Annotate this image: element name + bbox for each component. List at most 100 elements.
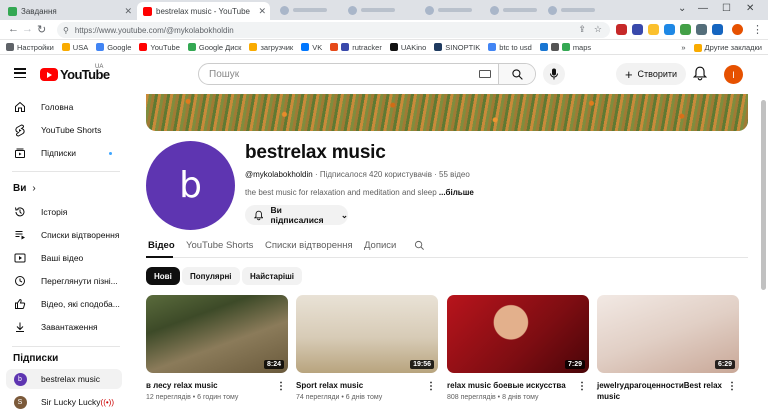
browser-tab-background[interactable]: [425, 4, 472, 16]
site-info-icon[interactable]: ⚲: [63, 26, 69, 35]
sidebar-item-playlists[interactable]: Списки відтворення: [6, 225, 122, 245]
chip-oldest[interactable]: Найстаріші: [242, 267, 302, 285]
video-title[interactable]: Sport relax music: [296, 380, 438, 391]
page-scrollbar[interactable]: [759, 94, 768, 409]
extension-icon[interactable]: [712, 24, 723, 35]
youtube-logo[interactable]: YouTube UA: [40, 64, 110, 82]
search-input[interactable]: Пошук: [199, 64, 498, 84]
subscribed-button[interactable]: Ви підписалися ⌄: [245, 205, 348, 225]
voice-search-button[interactable]: [543, 63, 565, 85]
chip-popular[interactable]: Популярні: [182, 267, 240, 285]
share-icon[interactable]: ⇪: [578, 24, 586, 35]
profile-icon[interactable]: [732, 24, 743, 35]
bookmark-item[interactable]: UAKino: [389, 43, 426, 52]
account-avatar[interactable]: I: [724, 65, 743, 84]
bookmark-item[interactable]: SINOPTIK: [434, 43, 480, 52]
browser-tab-background[interactable]: [280, 4, 327, 16]
live-broadcast-icon: ((•)): [100, 397, 114, 407]
tab-videos[interactable]: Відео: [148, 240, 175, 251]
maps-icon: [561, 43, 570, 51]
bookmark-item[interactable]: maps: [539, 43, 591, 52]
youtube-header: YouTube UA Пошук + Створити I: [0, 56, 768, 94]
bookmark-item[interactable]: USA: [61, 43, 88, 52]
tab-posts[interactable]: Дописи: [364, 240, 396, 251]
sidebar-you-heading[interactable]: Ви ›: [13, 183, 36, 194]
video-title[interactable]: jewelryдрагоценностиBest relax music: [597, 380, 739, 402]
browser-tab-background[interactable]: [348, 4, 395, 16]
reload-icon[interactable]: ↻: [37, 23, 46, 36]
bookmark-item[interactable]: VK: [301, 43, 322, 52]
scrollbar-thumb[interactable]: [761, 100, 766, 290]
extensions-puzzle-icon[interactable]: [696, 24, 707, 35]
bookmark-item[interactable]: загрузчик: [249, 43, 293, 52]
forward-icon[interactable]: →: [22, 23, 33, 35]
bookmark-item[interactable]: rutracker: [330, 43, 382, 52]
sidebar-channel-sir-lucky[interactable]: S Sir Lucky Lucky ((•)): [6, 392, 122, 409]
extension-icon[interactable]: [680, 24, 691, 35]
chip-newest[interactable]: Нові: [146, 267, 180, 285]
more-actions-icon[interactable]: ⋮: [276, 381, 286, 392]
browser-tab-background[interactable]: [548, 4, 595, 16]
browser-tab-tasks[interactable]: Завдання ✕: [2, 2, 136, 20]
search-button[interactable]: [498, 64, 535, 84]
close-window-icon[interactable]: ✕: [746, 3, 754, 14]
video-thumbnail[interactable]: 19:56: [296, 295, 438, 373]
channel-avatar: S: [13, 395, 27, 409]
maximize-icon[interactable]: ☐: [722, 3, 731, 14]
bookmark-item[interactable]: Google Диск: [187, 43, 241, 52]
more-link[interactable]: ...більше: [439, 188, 474, 197]
video-thumbnail[interactable]: 8:24: [146, 295, 288, 373]
chevron-right-icon: »: [681, 43, 686, 52]
video-title[interactable]: relax music боевые искусства: [447, 380, 589, 391]
browser-tab-background[interactable]: [490, 4, 537, 16]
sidebar-item-subscriptions[interactable]: Підписки: [6, 143, 122, 163]
video-card[interactable]: 19:56 Sport relax music 74 перегляди • 6…: [296, 295, 438, 401]
sidebar-channel-bestrelax[interactable]: b bestrelax music: [6, 369, 122, 389]
keyboard-icon[interactable]: [479, 70, 491, 78]
extension-icon[interactable]: [648, 24, 659, 35]
tab-search-icon[interactable]: ⌄: [678, 3, 686, 14]
video-card[interactable]: 6:29 jewelryдрагоценностиBest relax musi…: [597, 295, 739, 405]
sidebar-item-watch-later[interactable]: Переглянути пізні...: [6, 271, 122, 291]
video-card[interactable]: 8:24 в лесу relax music 12 переглядів • …: [146, 295, 288, 401]
minimize-icon[interactable]: —: [698, 3, 708, 14]
sidebar-item-history[interactable]: Історія: [6, 202, 122, 222]
close-tab-icon[interactable]: ✕: [124, 6, 132, 17]
back-icon[interactable]: ←: [8, 23, 19, 35]
browser-tab-youtube[interactable]: bestrelax music - YouTube ✕: [137, 2, 270, 20]
more-actions-icon[interactable]: ⋮: [727, 381, 737, 392]
video-card[interactable]: 7:29 relax music боевые искусства 808 пе…: [447, 295, 589, 401]
video-title[interactable]: в лесу relax music: [146, 380, 288, 391]
bookmark-item[interactable]: Google: [96, 43, 131, 52]
create-button[interactable]: + Створити: [616, 63, 686, 85]
sidebar-item-downloads[interactable]: Завантаження: [6, 317, 122, 337]
sidebar-item-home[interactable]: Головна: [6, 97, 122, 117]
tab-playlists[interactable]: Списки відтворення: [265, 240, 353, 251]
tab-shorts[interactable]: YouTube Shorts: [186, 240, 253, 251]
other-bookmarks[interactable]: » Другие закладки: [681, 43, 762, 52]
vk-icon: [301, 43, 310, 51]
bookmark-item[interactable]: btc to usd: [488, 43, 532, 52]
bookmark-star-icon[interactable]: ☆: [594, 24, 602, 35]
channel-search-icon[interactable]: [414, 240, 425, 251]
bookmark-item[interactable]: YouTube: [139, 43, 180, 52]
menu-icon[interactable]: [14, 68, 26, 78]
download-icon: [13, 321, 27, 333]
sidebar-item-shorts[interactable]: YouTube Shorts: [6, 120, 122, 140]
url-field[interactable]: ⚲ https://www.youtube.com/@mykolabokhold…: [57, 22, 610, 38]
sidebar-item-liked-videos[interactable]: Відео, які сподоба...: [6, 294, 122, 314]
extension-icon[interactable]: [664, 24, 675, 35]
more-actions-icon[interactable]: ⋮: [426, 381, 436, 392]
sidebar-item-your-videos[interactable]: Ваші відео: [6, 248, 122, 268]
browser-menu-icon[interactable]: ⋮: [752, 23, 763, 36]
notifications-bell-icon[interactable]: [693, 66, 707, 81]
close-tab-icon[interactable]: ✕: [258, 6, 266, 17]
bookmark-item[interactable]: Настройки: [6, 43, 54, 52]
more-actions-icon[interactable]: ⋮: [577, 381, 587, 392]
video-thumbnail[interactable]: 6:29: [597, 295, 739, 373]
extension-icon[interactable]: [632, 24, 643, 35]
video-thumbnail[interactable]: 7:29: [447, 295, 589, 373]
extension-icon[interactable]: [616, 24, 627, 35]
channel-description[interactable]: the best music for relaxation and medita…: [245, 188, 474, 197]
channel-stats: · Підписалося 420 користувачів · 55 віде…: [312, 170, 470, 179]
